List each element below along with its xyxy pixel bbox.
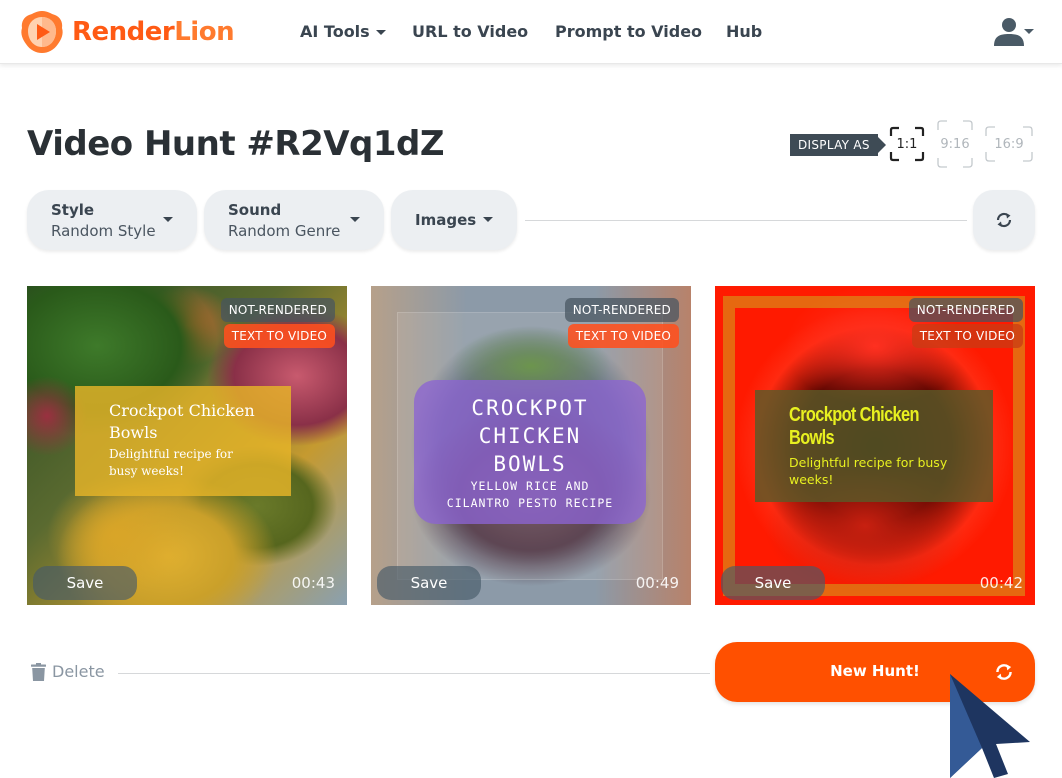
save-button[interactable]: Save	[33, 566, 137, 600]
caret-down-icon	[1024, 29, 1034, 34]
nav-hub[interactable]: Hub	[726, 22, 762, 41]
style-label: Style	[51, 201, 95, 219]
video-card[interactable]: Crockpot Chicken Bowls Delightful recipe…	[715, 286, 1035, 605]
user-icon	[994, 18, 1034, 46]
duration-label: 00:42	[979, 574, 1023, 592]
refresh-button[interactable]	[973, 190, 1035, 250]
type-badge: TEXT TO VIDEO	[567, 324, 679, 348]
brand-name: RenderLion	[72, 17, 235, 47]
card-headline: CROCKPOT CHICKEN BOWLS	[471, 396, 589, 476]
ratio-label: 9:16	[940, 136, 970, 152]
images-label: Images	[415, 211, 477, 229]
ratio-1-1-button[interactable]: 1:1	[889, 126, 925, 162]
title-overlay: Crockpot Chicken Bowls Delightful recipe…	[755, 390, 993, 502]
brand-logo[interactable]: RenderLion	[18, 8, 235, 56]
title-overlay: Crockpot Chicken Bowls Delightful recipe…	[75, 386, 291, 496]
style-value: Random Style	[51, 222, 156, 240]
ratio-label: 16:9	[994, 136, 1024, 152]
trash-icon	[31, 662, 46, 681]
caret-down-icon	[350, 217, 360, 222]
nav-url-to-video[interactable]: URL to Video	[412, 22, 528, 41]
card-subline: Delightful recipe for busy weeks!	[789, 455, 948, 487]
type-badge: TEXT TO VIDEO	[911, 324, 1023, 348]
user-menu[interactable]	[990, 14, 1038, 50]
images-dropdown[interactable]: Images	[391, 190, 517, 250]
status-badge: NOT-RENDERED	[908, 298, 1023, 322]
card-headline: Crockpot Chicken Bowls	[789, 404, 919, 449]
duration-label: 00:43	[291, 574, 335, 592]
footer-divider	[118, 673, 710, 674]
delete-label: Delete	[52, 662, 105, 681]
top-nav-bar: RenderLion AI Tools URL to Video Prompt …	[0, 0, 1062, 64]
caret-down-icon	[483, 217, 493, 222]
card-subline: Delightful recipe for busy weeks!	[109, 447, 233, 478]
display-as-label: DISPLAY AS	[790, 134, 886, 156]
status-badge: NOT-RENDERED	[220, 298, 335, 322]
delete-button[interactable]: Delete	[31, 662, 105, 681]
lion-play-icon	[21, 11, 63, 53]
ratio-16-9-button[interactable]: 16:9	[985, 126, 1033, 162]
style-dropdown[interactable]: Style Random Style	[27, 190, 197, 250]
card-subline: YELLOW RICE AND CILANTRO PESTO RECIPE	[446, 479, 614, 510]
save-button[interactable]: Save	[721, 566, 825, 600]
title-overlay: CROCKPOT CHICKEN BOWLS YELLOW RICE AND C…	[414, 380, 646, 524]
nav-ai-tools-label: AI Tools	[300, 22, 370, 41]
type-badge: TEXT TO VIDEO	[223, 324, 335, 348]
caret-down-icon	[375, 30, 386, 35]
caret-down-icon	[163, 217, 173, 222]
card-headline: Crockpot Chicken Bowls	[109, 401, 255, 442]
sound-dropdown[interactable]: Sound Random Genre	[204, 190, 384, 250]
refresh-icon	[996, 212, 1012, 228]
status-badge: NOT-RENDERED	[564, 298, 679, 322]
video-card[interactable]: CROCKPOT CHICKEN BOWLS YELLOW RICE AND C…	[371, 286, 691, 605]
sound-value: Random Genre	[228, 222, 341, 240]
mouse-cursor-icon	[950, 674, 1030, 778]
filter-divider	[525, 220, 967, 221]
video-card[interactable]: Crockpot Chicken Bowls Delightful recipe…	[27, 286, 347, 605]
ratio-label: 1:1	[896, 136, 918, 152]
nav-ai-tools[interactable]: AI Tools	[300, 22, 386, 41]
save-button[interactable]: Save	[377, 566, 481, 600]
page-title: Video Hunt #R2Vq1dZ	[27, 124, 445, 164]
nav-prompt-to-video[interactable]: Prompt to Video	[555, 22, 702, 41]
ratio-9-16-button[interactable]: 9:16	[937, 120, 973, 168]
duration-label: 00:49	[635, 574, 679, 592]
sound-label: Sound	[228, 201, 282, 219]
